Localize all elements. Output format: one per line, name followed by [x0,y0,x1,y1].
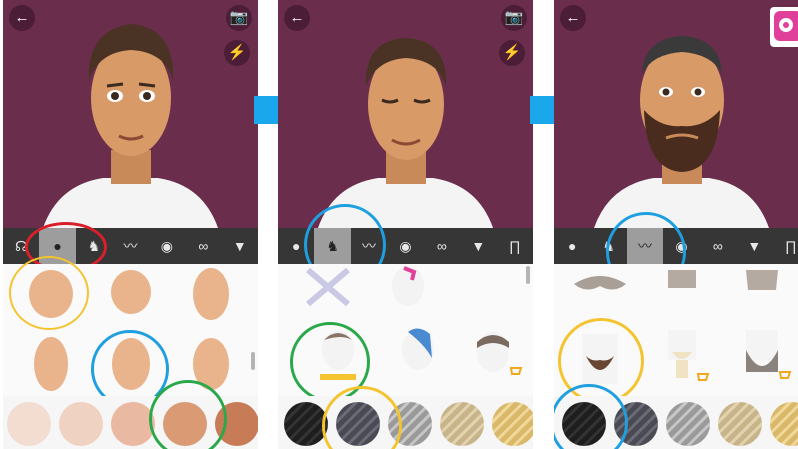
flash-button[interactable]: ⚡ [499,40,525,66]
tool-glasses-icon[interactable]: ∞ [185,228,221,264]
hair-color-swatch[interactable] [388,402,432,446]
avatar-figure [43,24,218,228]
avatar-preview: ← 📷 ⚡ [3,0,258,228]
camera-button[interactable]: 📷 [226,5,252,31]
skin-tone-palette [3,396,258,449]
tool-pants-icon[interactable]: ∏ [773,228,798,264]
avatar-figure [594,36,769,228]
facial-hair-color-swatch[interactable] [718,402,762,446]
facial-hair-color-swatch[interactable] [666,402,710,446]
category-toolbar: ● ♞ 〰 ◉ ∞ ▼ ∏ [554,228,798,264]
category-toolbar: ☊ ● ♞ 〰 ◉ ∞ ▼ [3,228,258,264]
facial-hair-option[interactable] [560,326,640,388]
skin-tone-swatch[interactable] [7,402,51,446]
avatar-figure [318,38,493,228]
face-shape-grid [3,264,258,394]
flash-button[interactable]: ⚡ [224,40,250,66]
tool-mustache-icon[interactable]: 〰 [112,228,148,264]
camera-button[interactable]: 📷 [501,5,527,31]
face-shape-option[interactable] [91,266,171,328]
hair-color-swatch[interactable] [336,402,380,446]
skin-tone-swatch[interactable] [163,402,207,446]
tool-face-shape-icon[interactable]: ● [278,228,314,264]
hairstyle-option[interactable] [298,324,378,386]
face-shape-option[interactable] [11,266,91,328]
tool-tshirt-icon[interactable]: ▼ [460,228,496,264]
back-button[interactable]: ← [284,5,310,31]
tool-hair-icon[interactable]: ♞ [76,228,112,264]
facial-hair-color-palette [554,396,798,449]
hairstyle-option[interactable] [288,264,368,326]
facial-hair-option[interactable] [722,264,798,326]
screen-face-shape: ← 📷 ⚡ ☊ ● ♞ 〰 ◉ ∞ ▼ [3,0,258,449]
avatar-preview: ← 📷 ⚡ [278,0,533,228]
tool-face-shape-icon[interactable]: ● [39,228,76,264]
back-button[interactable]: ← [560,5,586,31]
tool-mustache-icon[interactable]: 〰 [626,228,664,264]
facial-hair-color-swatch[interactable] [614,402,658,446]
tool-hair-icon[interactable]: ♞ [314,228,351,264]
app-logo-icon [770,7,798,47]
facial-hair-grid [554,264,798,394]
face-shape-option[interactable] [171,334,251,396]
hair-color-swatch[interactable] [440,402,484,446]
hairstyle-grid [278,264,533,394]
tool-pants-icon[interactable]: ∏ [497,228,533,264]
tool-head-icon[interactable]: ☊ [3,228,39,264]
facial-hair-option[interactable] [560,264,640,326]
skin-tone-swatch[interactable] [215,402,258,446]
category-toolbar: ● ♞ 〰 ◉ ∞ ▼ ∏ [278,228,533,264]
hairstyle-option[interactable] [368,264,448,326]
facial-hair-option[interactable] [722,326,798,388]
hairstyle-option[interactable] [453,324,533,386]
tool-eye-icon[interactable]: ◉ [149,228,185,264]
tool-hair-icon[interactable]: ♞ [590,228,626,264]
skin-tone-swatch[interactable] [59,402,103,446]
avatar-preview: ← [554,0,798,228]
face-shape-option[interactable] [171,266,251,328]
screen-hair: ← 📷 ⚡ ● ♞ 〰 ◉ ∞ ▼ ∏ [278,0,533,449]
tool-mustache-icon[interactable]: 〰 [351,228,387,264]
face-shape-option[interactable] [11,334,91,396]
tool-eye-icon[interactable]: ◉ [387,228,423,264]
facial-hair-color-swatch[interactable] [770,402,798,446]
tool-glasses-icon[interactable]: ∞ [700,228,736,264]
hair-color-swatch[interactable] [284,402,328,446]
tool-tshirt-icon[interactable]: ▼ [222,228,258,264]
scrollbar[interactable] [251,352,255,370]
tool-tshirt-icon[interactable]: ▼ [736,228,772,264]
back-button[interactable]: ← [9,5,35,31]
hair-color-swatch[interactable] [492,402,533,446]
skin-tone-swatch[interactable] [111,402,155,446]
hair-color-palette [278,396,533,449]
tool-face-shape-icon[interactable]: ● [554,228,590,264]
screen-facial-hair: ← ● ♞ 〰 ◉ ∞ ▼ ∏ [554,0,798,449]
face-shape-option[interactable] [91,334,171,396]
hairstyle-option[interactable] [378,324,458,386]
tool-glasses-icon[interactable]: ∞ [424,228,460,264]
facial-hair-color-swatch[interactable] [562,402,606,446]
scrollbar[interactable] [526,266,530,284]
facial-hair-option[interactable] [642,326,722,388]
facial-hair-option[interactable] [642,264,722,326]
tool-eye-icon[interactable]: ◉ [663,228,699,264]
